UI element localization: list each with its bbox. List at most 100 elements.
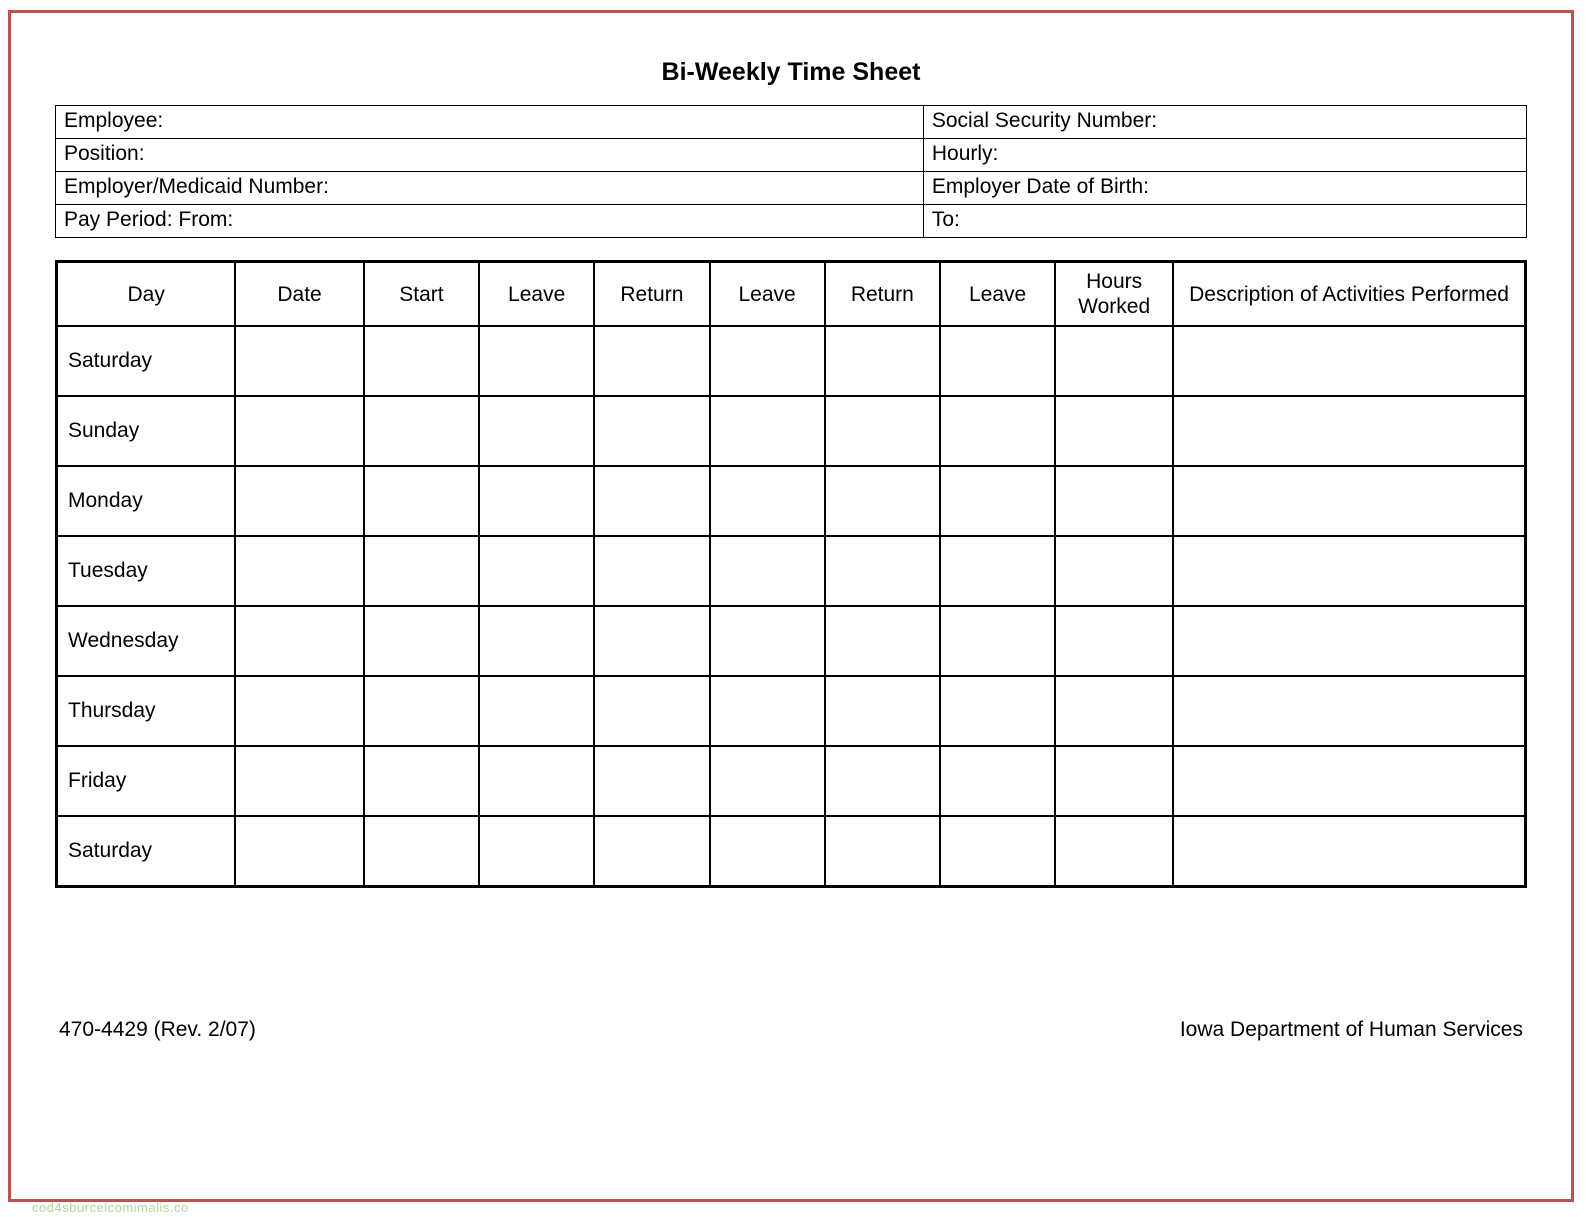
day-cell: Tuesday xyxy=(57,536,236,606)
timesheet-grid-wrap: Day Date Start Leave Return Leave Return… xyxy=(55,260,1527,888)
cell xyxy=(479,816,594,887)
col-leave-1: Leave xyxy=(479,262,594,327)
table-row: Tuesday xyxy=(57,536,1526,606)
cell xyxy=(710,676,825,746)
info-row-payperiod: Pay Period: From: To: xyxy=(56,205,1527,238)
footer-row: 470-4429 (Rev. 2/07) Iowa Department of … xyxy=(55,1018,1527,1042)
col-return-1: Return xyxy=(594,262,709,327)
cell xyxy=(235,396,363,466)
cell xyxy=(594,676,709,746)
col-date: Date xyxy=(235,262,363,327)
cell xyxy=(1055,606,1173,676)
day-cell: Saturday xyxy=(57,816,236,887)
ssn-label: Social Security Number: xyxy=(923,106,1526,139)
cell xyxy=(1055,396,1173,466)
day-cell: Saturday xyxy=(57,326,236,396)
cell xyxy=(364,396,479,466)
cell xyxy=(594,396,709,466)
cell xyxy=(1055,746,1173,816)
cell xyxy=(1055,816,1173,887)
col-hours-worked: Hours Worked xyxy=(1055,262,1173,327)
cell xyxy=(235,746,363,816)
cell xyxy=(1055,676,1173,746)
employer-dob-label: Employer Date of Birth: xyxy=(923,172,1526,205)
cell xyxy=(479,606,594,676)
employee-label: Employee: xyxy=(56,106,924,139)
cell xyxy=(235,536,363,606)
table-row: Wednesday xyxy=(57,606,1526,676)
timesheet-table: Day Date Start Leave Return Leave Return… xyxy=(55,260,1527,888)
cell xyxy=(594,466,709,536)
cell xyxy=(825,746,940,816)
table-row: Friday xyxy=(57,746,1526,816)
cell xyxy=(1173,816,1525,887)
cell xyxy=(235,326,363,396)
pay-period-from-label: Pay Period: From: xyxy=(56,205,924,238)
col-start: Start xyxy=(364,262,479,327)
cell xyxy=(825,676,940,746)
cell xyxy=(594,326,709,396)
pay-period-to-label: To: xyxy=(923,205,1526,238)
table-row: Monday xyxy=(57,466,1526,536)
timesheet-header-row: Day Date Start Leave Return Leave Return… xyxy=(57,262,1526,327)
info-row-employer: Employer/Medicaid Number: Employer Date … xyxy=(56,172,1527,205)
table-row: Saturday xyxy=(57,816,1526,887)
cell xyxy=(1173,396,1525,466)
table-row: Saturday xyxy=(57,326,1526,396)
info-table: Employee: Social Security Number: Positi… xyxy=(55,105,1527,238)
cell xyxy=(594,816,709,887)
cell xyxy=(825,396,940,466)
cell xyxy=(235,676,363,746)
hourly-label: Hourly: xyxy=(923,139,1526,172)
cell xyxy=(825,466,940,536)
cell xyxy=(825,326,940,396)
watermark-text: cod4sburcelcomimalis.co xyxy=(32,1200,189,1215)
cell xyxy=(1173,606,1525,676)
cell xyxy=(235,816,363,887)
cell xyxy=(1055,466,1173,536)
cell xyxy=(594,746,709,816)
employer-medicaid-label: Employer/Medicaid Number: xyxy=(56,172,924,205)
cell xyxy=(940,536,1055,606)
cell xyxy=(940,606,1055,676)
cell xyxy=(364,326,479,396)
cell xyxy=(825,536,940,606)
col-leave-3: Leave xyxy=(940,262,1055,327)
cell xyxy=(1055,326,1173,396)
cell xyxy=(940,396,1055,466)
cell xyxy=(479,326,594,396)
cell xyxy=(825,606,940,676)
cell xyxy=(479,676,594,746)
cell xyxy=(710,466,825,536)
cell xyxy=(1173,466,1525,536)
table-row: Thursday xyxy=(57,676,1526,746)
cell xyxy=(479,746,594,816)
table-row: Sunday xyxy=(57,396,1526,466)
day-cell: Thursday xyxy=(57,676,236,746)
cell xyxy=(710,396,825,466)
cell xyxy=(1173,746,1525,816)
cell xyxy=(479,466,594,536)
cell xyxy=(940,466,1055,536)
col-description: Description of Activities Performed xyxy=(1173,262,1525,327)
form-reference: 470-4429 (Rev. 2/07) xyxy=(59,1018,256,1042)
cell xyxy=(940,746,1055,816)
cell xyxy=(364,536,479,606)
cell xyxy=(479,536,594,606)
cell xyxy=(364,466,479,536)
cell xyxy=(479,396,594,466)
cell xyxy=(364,816,479,887)
day-cell: Monday xyxy=(57,466,236,536)
agency-name: Iowa Department of Human Services xyxy=(1180,1018,1523,1042)
page-title: Bi-Weekly Time Sheet xyxy=(55,58,1527,87)
cell xyxy=(594,606,709,676)
cell xyxy=(710,326,825,396)
day-cell: Friday xyxy=(57,746,236,816)
day-cell: Sunday xyxy=(57,396,236,466)
col-return-2: Return xyxy=(825,262,940,327)
cell xyxy=(594,536,709,606)
cell xyxy=(710,606,825,676)
cell xyxy=(364,606,479,676)
cell xyxy=(1173,536,1525,606)
cell xyxy=(364,676,479,746)
